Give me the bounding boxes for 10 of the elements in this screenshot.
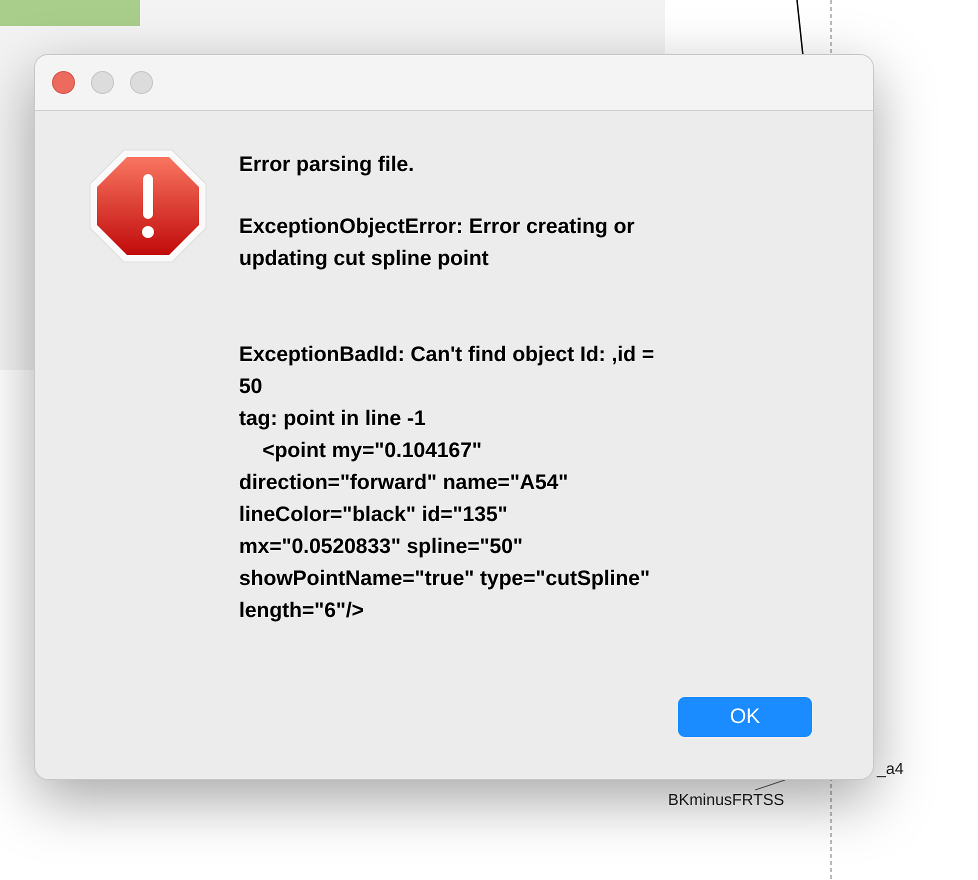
error-message: ExceptionObjectError: Error creating or updating cut spline point	[239, 214, 636, 272]
point-label: BKminusFRTSS	[668, 792, 784, 810]
error-message: ExceptionBadId: Can't find object Id: ,id = 50 tag: point in line -1 <point my="0.104167" direction="forward" name="A54" lineColor="black" id="135" mx="0.0520833" spline="50" showPointName="true" type="cutSpline" length="6"/>	[239, 342, 656, 624]
close-button[interactable]	[52, 71, 75, 94]
ok-button[interactable]: OK	[678, 697, 812, 737]
minimize-button[interactable]	[91, 71, 114, 94]
point-label: _a4	[877, 761, 904, 779]
error-message: Error parsing file.	[239, 152, 416, 178]
stop-warning-icon	[89, 149, 207, 263]
zoom-button[interactable]	[130, 71, 153, 94]
